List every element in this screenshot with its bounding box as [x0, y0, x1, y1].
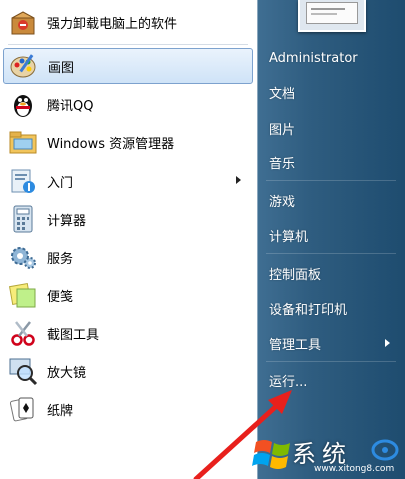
program-label: 截图工具	[47, 327, 100, 343]
program-label: 计算器	[47, 213, 87, 229]
program-label: 纸牌	[47, 403, 74, 419]
submenu-arrow-icon	[385, 339, 390, 347]
sticky-notes-icon	[7, 279, 39, 311]
watermark: 系统 www.xitong8.com	[248, 428, 405, 479]
program-label: 强力卸载电脑上的软件	[47, 16, 178, 32]
programs-divider	[8, 44, 248, 45]
calculator-icon	[7, 203, 39, 235]
program-item-uninstaller[interactable]: 强力卸载电脑上的软件	[3, 4, 253, 40]
submenu-arrow-icon	[236, 176, 241, 184]
magnifier-icon	[7, 355, 39, 387]
programs-pane: 强力卸载电脑上的软件 画图 腾讯QQ Windows 资源管理器 入门 计算器 …	[0, 0, 258, 479]
right-item-documents[interactable]: 文档	[264, 78, 400, 106]
right-item-music[interactable]: 音乐	[264, 148, 400, 176]
windows-logo-icon	[252, 440, 290, 469]
program-item-snipping-tool[interactable]: 截图工具	[3, 315, 253, 351]
program-label: 服务	[47, 251, 74, 267]
program-label: 放大镜	[47, 365, 87, 381]
program-label: 画图	[48, 60, 75, 76]
right-item-pictures[interactable]: 图片	[264, 114, 400, 142]
program-item-services[interactable]: 服务	[3, 239, 253, 275]
right-item-computer[interactable]: 计算机	[264, 221, 400, 249]
watermark-swirl-icon	[371, 439, 399, 461]
user-picture[interactable]	[298, 0, 366, 32]
program-item-magnifier[interactable]: 放大镜	[3, 353, 253, 389]
getting-started-icon	[7, 165, 39, 197]
right-item-run[interactable]: 运行...	[264, 366, 400, 394]
paint-palette-icon	[8, 50, 40, 82]
right-divider	[266, 361, 396, 362]
qq-penguin-icon	[7, 88, 39, 120]
right-item-user[interactable]: Administrator	[264, 44, 400, 72]
program-label: 便笺	[47, 289, 74, 305]
right-divider	[266, 180, 396, 181]
program-item-paint[interactable]: 画图	[3, 48, 253, 84]
program-label: Windows 资源管理器	[47, 136, 175, 152]
program-item-getting-started[interactable]: 入门	[3, 163, 253, 199]
watermark-url: www.xitong8.com	[314, 464, 395, 474]
user-picture-thumbnail	[306, 2, 358, 24]
right-item-label: 管理工具	[269, 337, 322, 353]
program-item-qq[interactable]: 腾讯QQ	[3, 86, 253, 122]
services-gear-icon	[7, 241, 39, 273]
program-item-solitaire[interactable]: 纸牌	[3, 391, 253, 427]
program-label: 腾讯QQ	[47, 98, 94, 114]
uninstall-box-icon	[7, 6, 39, 38]
right-item-control-panel[interactable]: 控制面板	[264, 259, 400, 287]
program-item-calculator[interactable]: 计算器	[3, 201, 253, 237]
right-item-admin-tools[interactable]: 管理工具	[264, 329, 400, 357]
program-item-explorer[interactable]: Windows 资源管理器	[3, 124, 253, 160]
snipping-scissors-icon	[7, 317, 39, 349]
solitaire-cards-icon	[7, 393, 39, 425]
program-item-sticky-notes[interactable]: 便笺	[3, 277, 253, 313]
explorer-folder-icon	[7, 126, 39, 158]
right-item-devices-printers[interactable]: 设备和打印机	[264, 294, 400, 322]
right-divider	[266, 253, 396, 254]
right-item-games[interactable]: 游戏	[264, 186, 400, 214]
program-label: 入门	[47, 175, 74, 191]
